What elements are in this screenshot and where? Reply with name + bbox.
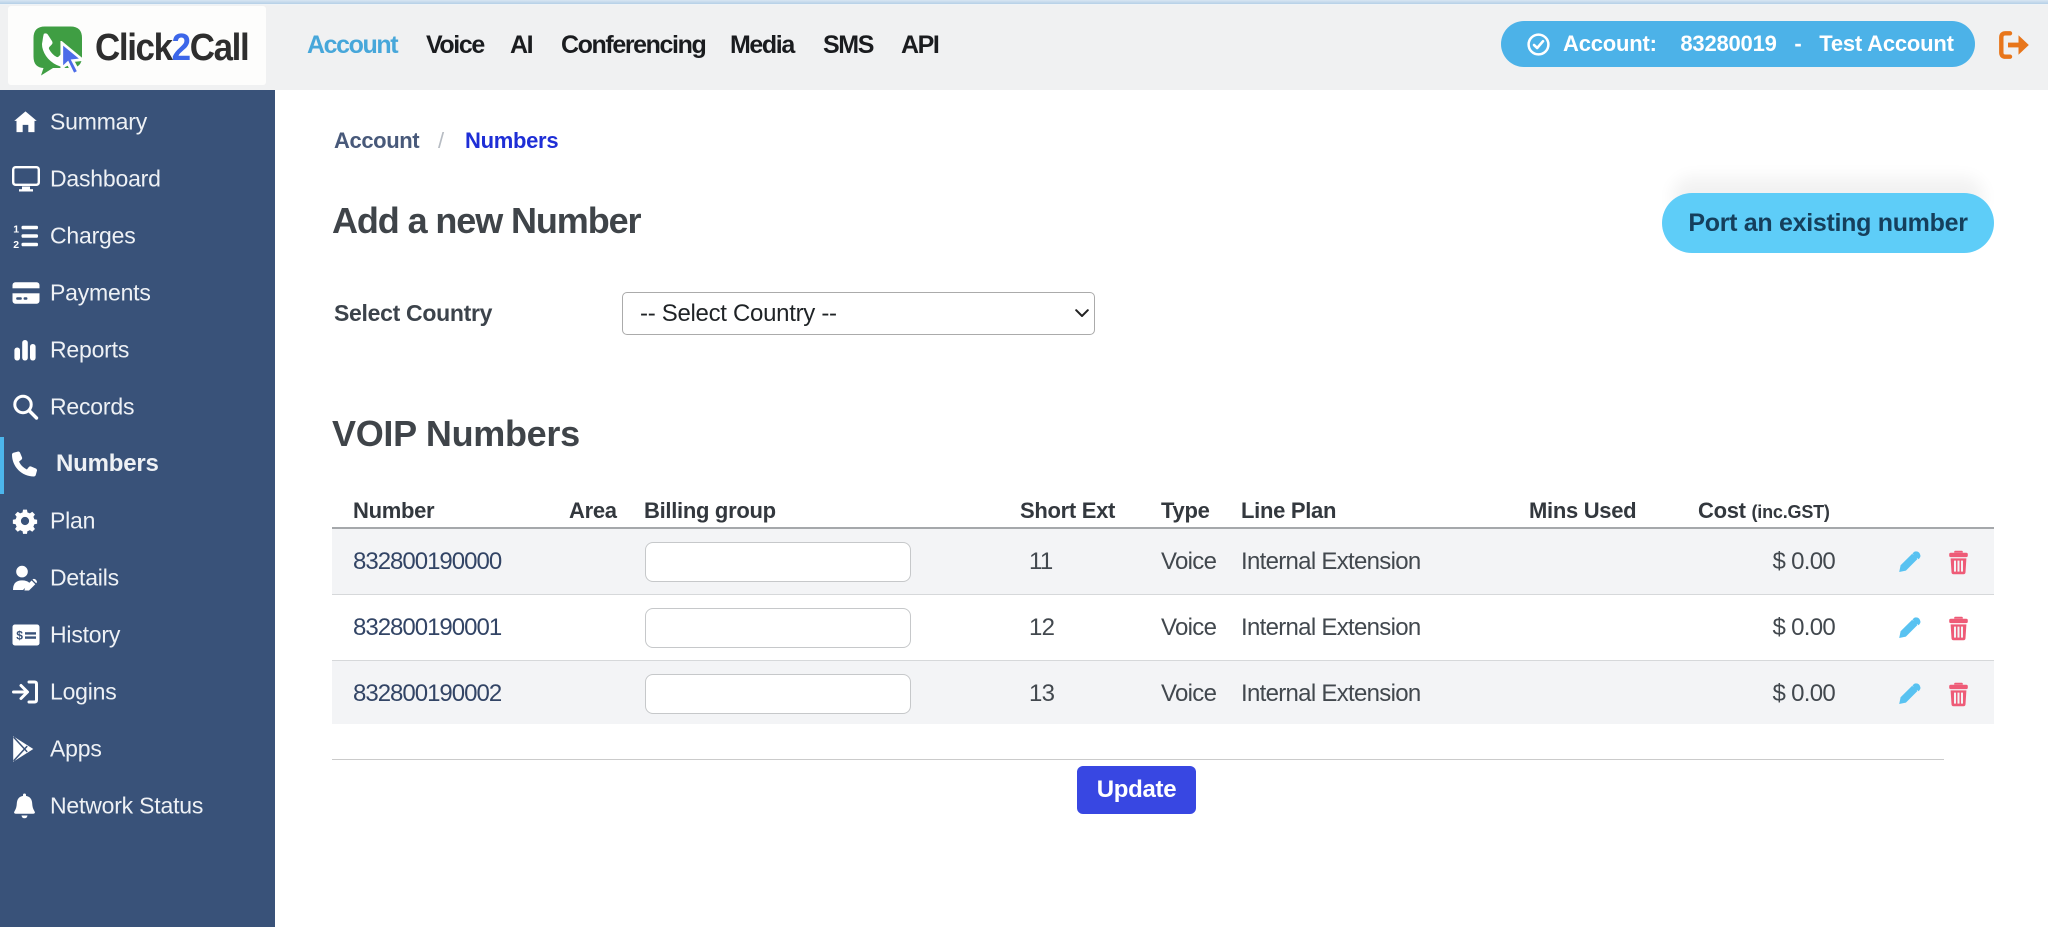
svg-text:2: 2 (13, 239, 19, 250)
svg-text:1: 1 (13, 224, 19, 236)
svg-text:$: $ (16, 629, 23, 643)
